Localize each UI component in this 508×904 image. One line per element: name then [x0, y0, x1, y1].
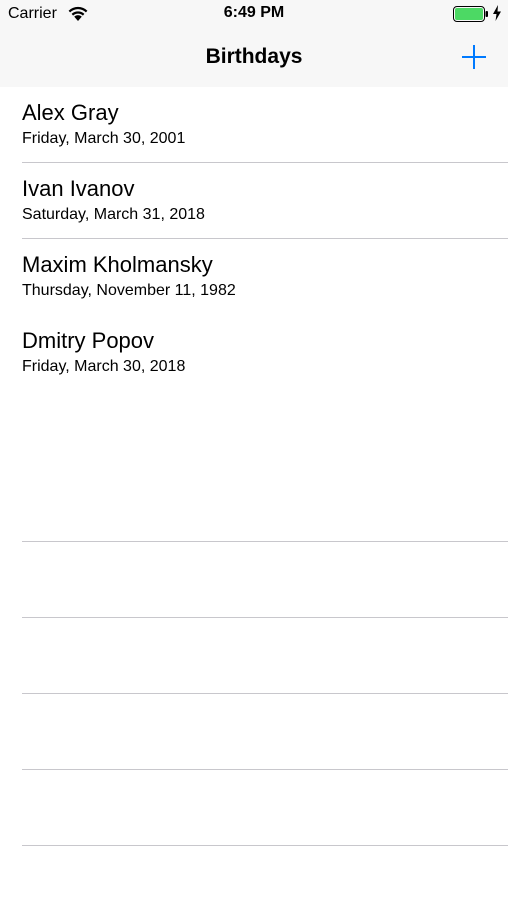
person-name: Dmitry Popov [22, 328, 155, 353]
battery-level-fill [455, 8, 483, 20]
plus-icon [462, 45, 486, 69]
empty-row-separator [22, 541, 508, 542]
empty-row-separator [22, 693, 508, 694]
empty-row-separator [22, 617, 508, 618]
status-bar: Carrier 6:49 PM [0, 0, 508, 28]
birthdays-table[interactable]: Alex Gray Friday, March 30, 2001 Ivan Iv… [0, 87, 508, 904]
battery-icon [453, 6, 489, 22]
birth-date: Friday, March 30, 2018 [22, 358, 186, 375]
table-row[interactable]: Ivan Ivanov Saturday, March 31, 2018 [0, 163, 508, 239]
status-time: 6:49 PM [223, 4, 285, 21]
table-row[interactable]: Maxim Kholmansky Thursday, November 11, … [0, 239, 508, 315]
person-name: Maxim Kholmansky [22, 252, 213, 277]
person-name: Ivan Ivanov [22, 176, 135, 201]
birth-date: Friday, March 30, 2001 [22, 130, 186, 147]
birth-date: Thursday, November 11, 1982 [22, 282, 236, 299]
charging-bolt-icon [492, 5, 502, 21]
empty-row-separator [22, 769, 508, 770]
table-row[interactable]: Alex Gray Friday, March 30, 2001 [0, 87, 508, 163]
person-name: Alex Gray [22, 100, 119, 125]
empty-row-separator [22, 845, 508, 846]
birth-date: Saturday, March 31, 2018 [22, 206, 205, 223]
navigation-bar: Birthdays [0, 28, 508, 87]
add-birthday-button[interactable] [455, 39, 493, 75]
page-title: Birthdays [205, 45, 303, 68]
table-row[interactable]: Dmitry Popov Friday, March 30, 2018 [0, 315, 508, 391]
